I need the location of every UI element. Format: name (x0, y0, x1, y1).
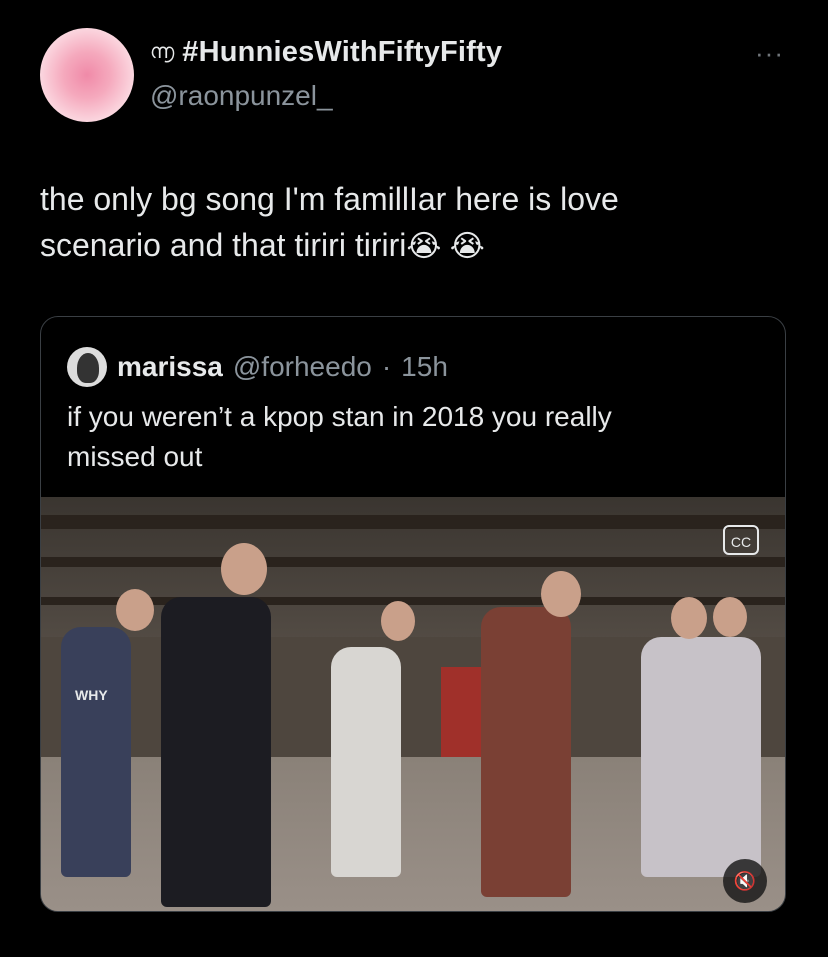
display-name-row[interactable]: ൬ #HunniesWithFiftyFifty (150, 36, 502, 69)
dancer: WHY (61, 627, 131, 877)
video-player[interactable]: WHY CC 🔇 (41, 497, 785, 911)
separator-dot: · (381, 351, 392, 382)
dancer-head (221, 543, 267, 595)
quoted-user-name[interactable]: marissa (117, 351, 223, 383)
dancer-head (671, 597, 707, 639)
quoted-text-line1: if you weren’t a kpop stan in 2018 you r… (67, 401, 612, 432)
quoted-tweet-header: marissa @forheedo · 15h (67, 347, 448, 387)
dancer (161, 597, 271, 907)
captions-icon[interactable]: CC (723, 525, 759, 555)
ceiling-beam (41, 515, 785, 529)
dancer-head (541, 571, 581, 617)
user-avatar[interactable] (40, 28, 134, 122)
quoted-tweet[interactable]: marissa @forheedo · 15h if you weren’t a k… (40, 316, 786, 912)
tweet-text: the only bg song I'm famillIar here is l… (40, 176, 780, 270)
display-name[interactable]: #HunniesWithFiftyFifty (182, 36, 502, 69)
quoted-user-handle[interactable]: @forheedo (233, 351, 372, 383)
shirt-text: WHY (75, 687, 108, 703)
spiral-icon: ൬ (150, 41, 175, 63)
quoted-tweet-text: if you weren’t a kpop stan in 2018 you r… (67, 397, 757, 477)
quoted-tweet-time[interactable]: 15h (401, 351, 448, 383)
dancer (641, 637, 761, 877)
quoted-user-avatar[interactable] (67, 347, 107, 387)
dancer-head (381, 601, 415, 641)
tweet-text-line1: the only bg song I'm famillIar here is l… (40, 181, 619, 217)
more-options-icon[interactable]: ··· (755, 38, 784, 69)
user-handle[interactable]: @raonpunzel_ (150, 80, 333, 112)
ceiling-beam (41, 557, 785, 567)
dancer (331, 647, 401, 877)
dancer-head (116, 589, 154, 631)
quoted-text-line2: missed out (67, 441, 203, 472)
mute-icon[interactable]: 🔇 (723, 859, 767, 903)
dancer-head (713, 597, 747, 637)
crying-emoji-icon: 😭 😭 (406, 230, 485, 263)
dancer (481, 607, 571, 897)
tweet-text-line2: scenario and that tiriri tiriri (40, 227, 407, 263)
